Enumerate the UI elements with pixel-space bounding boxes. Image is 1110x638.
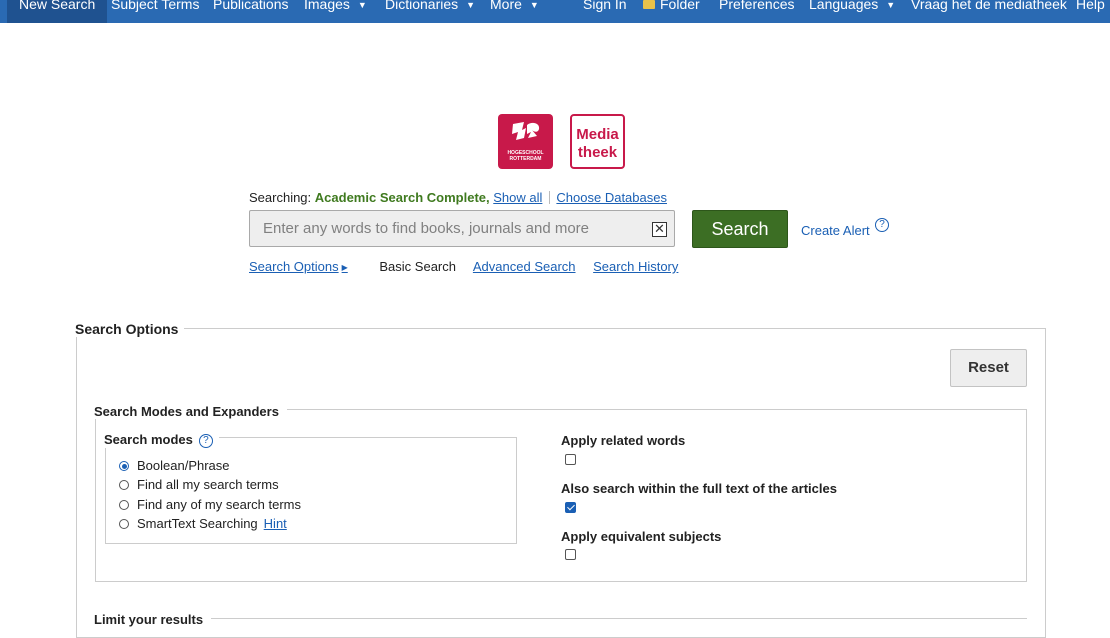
search-options-title: Search Options <box>75 321 185 337</box>
searching-databases-line: Searching: Academic Search Complete, Sho… <box>249 190 667 205</box>
limit-results-panel-border <box>95 618 1027 619</box>
nav-images-label: Images <box>304 0 350 12</box>
mediatheek-logo-line2: theek <box>577 144 618 161</box>
choose-databases-link[interactable]: Choose Databases <box>556 190 667 205</box>
radio-selected[interactable] <box>119 461 129 471</box>
nav-images[interactable]: Images ▼ <box>304 0 367 16</box>
radio[interactable] <box>119 480 129 490</box>
search-modes-expanders-title: Search Modes and Expanders <box>94 404 287 419</box>
caret-right-icon: ▶ <box>341 263 348 272</box>
expander-label: Apply related words <box>561 433 686 448</box>
apply-related-words-checkbox[interactable] <box>565 454 576 465</box>
nav-more-label: More <box>490 0 522 12</box>
help-icon[interactable]: ? <box>875 218 889 232</box>
nav-languages[interactable]: Languages ▼ <box>809 0 895 16</box>
nav-folder[interactable]: Folder <box>643 0 700 14</box>
radio[interactable] <box>119 519 129 529</box>
hint-link[interactable]: Hint <box>264 516 287 531</box>
search-mode-option[interactable]: Find any of my search terms <box>119 497 301 512</box>
search-mode-option[interactable]: Find all my search terms <box>119 477 279 492</box>
nav-new-search[interactable]: New Search <box>7 0 108 23</box>
hogeschool-rotterdam-logo[interactable]: HOGESCHOOL ROTTERDAM <box>498 114 553 169</box>
search-mode-option[interactable]: SmartText Searching Hint <box>119 516 287 531</box>
mediatheek-logo[interactable]: Media theek <box>570 114 625 169</box>
search-mode-label: SmartText Searching <box>137 516 258 531</box>
search-mode-label: Boolean/Phrase <box>137 458 230 473</box>
search-input[interactable] <box>250 211 653 246</box>
nav-help[interactable]: Help <box>1076 0 1105 14</box>
selected-database: Academic Search Complete, <box>314 190 490 205</box>
search-type-links: Search Options ▶ Basic Search Advanced Se… <box>249 259 692 274</box>
hr-logo-mark-icon <box>512 122 540 140</box>
search-mode-option[interactable]: Boolean/Phrase <box>119 458 230 473</box>
nav-more[interactable]: More ▼ <box>490 0 539 16</box>
nav-folder-label: Folder <box>660 0 700 12</box>
chevron-down-icon: ▼ <box>466 0 476 10</box>
folder-icon <box>643 0 655 9</box>
search-options-label: Search Options <box>249 259 339 274</box>
search-box: ✕ <box>249 210 675 247</box>
search-button[interactable]: Search <box>692 210 788 248</box>
chevron-down-icon: ▼ <box>529 0 539 10</box>
divider <box>549 191 551 204</box>
nav-dictionaries[interactable]: Dictionaries ▼ <box>385 0 475 16</box>
create-alert-link[interactable]: Create Alert <box>801 223 870 238</box>
basic-search-label: Basic Search <box>379 259 456 274</box>
search-mode-label: Find any of my search terms <box>137 497 301 512</box>
mediatheek-logo-line1: Media <box>576 126 619 143</box>
nav-dictionaries-label: Dictionaries <box>385 0 459 12</box>
nav-preferences[interactable]: Preferences <box>719 0 794 14</box>
search-mode-label: Find all my search terms <box>137 477 279 492</box>
full-text-search-checkbox[interactable] <box>565 502 576 513</box>
help-icon[interactable]: ? <box>198 434 213 448</box>
radio[interactable] <box>119 500 129 510</box>
nav-sign-in[interactable]: Sign In <box>583 0 627 14</box>
advanced-search-link[interactable]: Advanced Search <box>473 259 576 274</box>
search-history-link[interactable]: Search History <box>593 259 678 274</box>
clear-icon[interactable]: ✕ <box>652 222 667 237</box>
reset-button[interactable]: Reset <box>950 349 1027 387</box>
searching-label: Searching: <box>249 190 312 205</box>
search-modes-label: Search modes <box>104 432 193 447</box>
show-all-link[interactable]: Show all <box>493 190 542 205</box>
expander-label: Also search within the full text of the … <box>561 481 837 496</box>
top-navigation-bar: New Search Subject Terms Publications Im… <box>0 0 1110 23</box>
limit-results-title: Limit your results <box>94 612 212 627</box>
search-modes-title: Search modes? <box>104 432 219 448</box>
chevron-down-icon: ▼ <box>886 0 896 10</box>
expander-label: Apply equivalent subjects <box>561 529 722 544</box>
hr-logo-text-line2: ROTTERDAM <box>509 156 542 162</box>
nav-ask-library[interactable]: Vraag het de mediatheek <box>911 0 1067 14</box>
search-options-link[interactable]: Search Options ▶ <box>249 259 362 274</box>
chevron-down-icon: ▼ <box>357 0 367 10</box>
apply-equivalent-subjects-checkbox[interactable] <box>565 549 576 560</box>
nav-languages-label: Languages <box>809 0 879 12</box>
nav-subject-terms[interactable]: Subject Terms <box>111 0 199 14</box>
nav-publications[interactable]: Publications <box>213 0 289 14</box>
